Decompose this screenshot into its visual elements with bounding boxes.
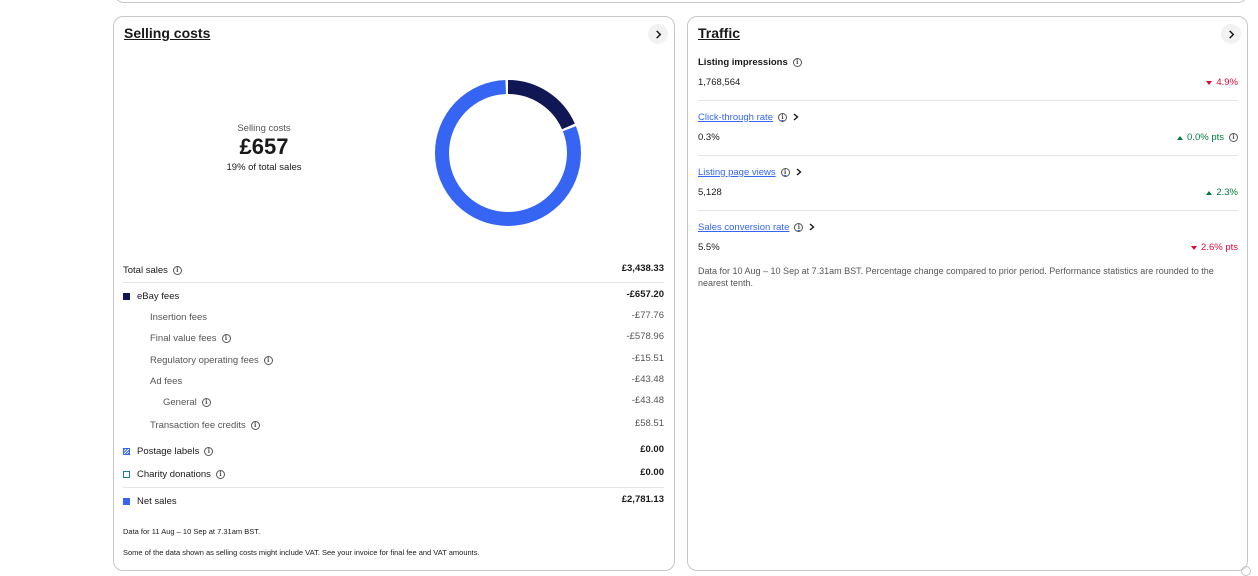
postage-labels-row: Postage labels i £0.00	[123, 444, 664, 458]
listing-impressions-label: Listing impressions	[698, 56, 788, 68]
info-icon[interactable]: i	[215, 469, 225, 479]
general-value: -£43.48	[631, 395, 664, 406]
resize-handle	[1241, 566, 1251, 576]
selling-costs-donut-chart	[435, 80, 581, 226]
ebay-fees-swatch	[123, 292, 130, 300]
transaction-credits-label: Transaction fee credits	[150, 419, 246, 431]
info-icon[interactable]: i	[794, 222, 804, 232]
total-sales-row: Total sales i £3,438.33	[123, 263, 664, 277]
chevron-right-icon	[1228, 29, 1234, 39]
sales-conversion-rate-link[interactable]: Sales conversion rate i	[698, 220, 1238, 234]
listing-page-views-block: Listing page views i 5,128 2.3%	[698, 165, 1238, 205]
final-value-fees-value: -£578.96	[626, 331, 664, 342]
ad-fees-row: Ad fees -£43.48	[123, 374, 664, 388]
traffic-footnote: Data for 10 Aug – 10 Sep at 7.31am BST. …	[698, 266, 1214, 288]
click-through-rate-value: 0.3%	[698, 132, 720, 143]
postage-labels-swatch	[123, 447, 130, 455]
sales-conversion-rate-value: 5.5%	[698, 242, 720, 253]
postage-labels-label: Postage labels	[137, 445, 200, 457]
charity-row: Charity donations i £0.00	[123, 467, 664, 481]
listing-impressions-change: 4.9%	[1206, 77, 1238, 88]
ebay-fees-row: eBay fees -£657.20	[123, 289, 664, 303]
transaction-credits-value: £58.51	[634, 418, 664, 429]
insertion-fees-row: Insertion fees -£77.76	[123, 310, 664, 324]
charity-label: Charity donations	[137, 468, 211, 480]
divider	[698, 210, 1238, 211]
ad-fees-label: Ad fees	[150, 375, 183, 387]
traffic-card: Traffic Listing impressions i 1,768,564 4…	[687, 16, 1251, 576]
traffic-title[interactable]: Traffic	[698, 25, 740, 41]
general-label: General	[163, 396, 197, 408]
selling-costs-card: Selling costs Selling costs £657 19% of …	[113, 16, 675, 571]
insertion-fees-value: -£77.76	[631, 310, 664, 321]
info-icon[interactable]: i	[263, 355, 273, 365]
regulatory-fees-label: Regulatory operating fees	[150, 354, 259, 366]
net-sales-label: Net sales	[137, 495, 177, 507]
arrow-up-icon	[1206, 190, 1213, 195]
divider	[698, 155, 1238, 156]
summary-percent: 19% of total sales	[226, 162, 302, 173]
sales-conversion-rate-change: 2.6% pts	[1191, 242, 1238, 253]
sales-conversion-rate-block: Sales conversion rate i 5.5% 2.6% pts	[698, 220, 1238, 260]
total-sales-label: Total sales	[123, 264, 168, 276]
click-through-rate-block: Click-through rate i 0.3% 0.0% pts i	[698, 110, 1238, 150]
net-sales-value: £2,781.13	[621, 494, 664, 505]
info-icon[interactable]: i	[1229, 133, 1238, 142]
divider	[123, 282, 664, 283]
info-icon[interactable]: i	[777, 112, 787, 122]
traffic-open-button[interactable]	[1221, 24, 1241, 44]
total-sales-value: £3,438.33	[621, 263, 664, 274]
insertion-fees-label: Insertion fees	[150, 311, 208, 323]
info-icon[interactable]: i	[172, 265, 182, 275]
chevron-right-icon	[655, 29, 661, 39]
selling-costs-open-button[interactable]	[648, 24, 668, 44]
selling-costs-summary: Selling costs £657 19% of total sales	[214, 123, 314, 173]
listing-page-views-link[interactable]: Listing page views i	[698, 165, 1238, 179]
net-sales-row: Net sales £2,781.13	[123, 494, 664, 508]
info-icon[interactable]: i	[204, 446, 214, 456]
arrow-up-icon	[1177, 135, 1184, 140]
summary-label: Selling costs	[237, 123, 291, 134]
net-sales-swatch	[123, 497, 130, 505]
chevron-right-icon	[809, 223, 815, 231]
previous-card-edge	[114, 0, 1248, 3]
click-through-rate-change: 0.0% pts i	[1177, 132, 1238, 143]
listing-impressions-value: 1,768,564	[698, 77, 741, 88]
summary-amount: £657	[239, 134, 289, 159]
final-value-fees-row: Final value fees i -£578.96	[123, 331, 664, 345]
info-icon[interactable]: i	[201, 397, 211, 407]
chevron-right-icon	[793, 113, 799, 121]
general-row: General i -£43.48	[123, 395, 664, 409]
divider	[123, 487, 664, 488]
selling-costs-title[interactable]: Selling costs	[124, 25, 210, 41]
final-value-fees-label: Final value fees	[150, 332, 217, 344]
listing-page-views-value: 5,128	[698, 187, 722, 198]
info-icon[interactable]: i	[780, 167, 790, 177]
ebay-fees-value: -£657.20	[626, 289, 664, 300]
listing-page-views-change: 2.3%	[1206, 187, 1238, 198]
postage-labels-value: £0.00	[640, 444, 664, 455]
selling-costs-footnote-date: Data for 11 Aug – 10 Sep at 7.31am BST.	[123, 527, 261, 536]
listing-impressions-block: Listing impressions i 1,768,564 4.9%	[698, 55, 1238, 95]
charity-value: £0.00	[640, 467, 664, 478]
chevron-right-icon	[796, 168, 802, 176]
click-through-rate-link[interactable]: Click-through rate i	[698, 110, 1238, 124]
selling-costs-footnote-vat: Some of the data shown as selling costs …	[123, 548, 480, 557]
arrow-down-icon	[1206, 80, 1213, 85]
arrow-down-icon	[1191, 245, 1198, 250]
charity-swatch	[123, 470, 130, 478]
divider	[698, 100, 1238, 101]
regulatory-fees-row: Regulatory operating fees i -£15.51	[123, 353, 664, 367]
transaction-credits-row: Transaction fee credits i £58.51	[123, 418, 664, 432]
info-icon[interactable]: i	[250, 420, 260, 430]
info-icon[interactable]: i	[792, 57, 802, 67]
ad-fees-value: -£43.48	[631, 374, 664, 385]
info-icon[interactable]: i	[221, 333, 231, 343]
regulatory-fees-value: -£15.51	[631, 353, 664, 364]
ebay-fees-label: eBay fees	[137, 290, 180, 302]
